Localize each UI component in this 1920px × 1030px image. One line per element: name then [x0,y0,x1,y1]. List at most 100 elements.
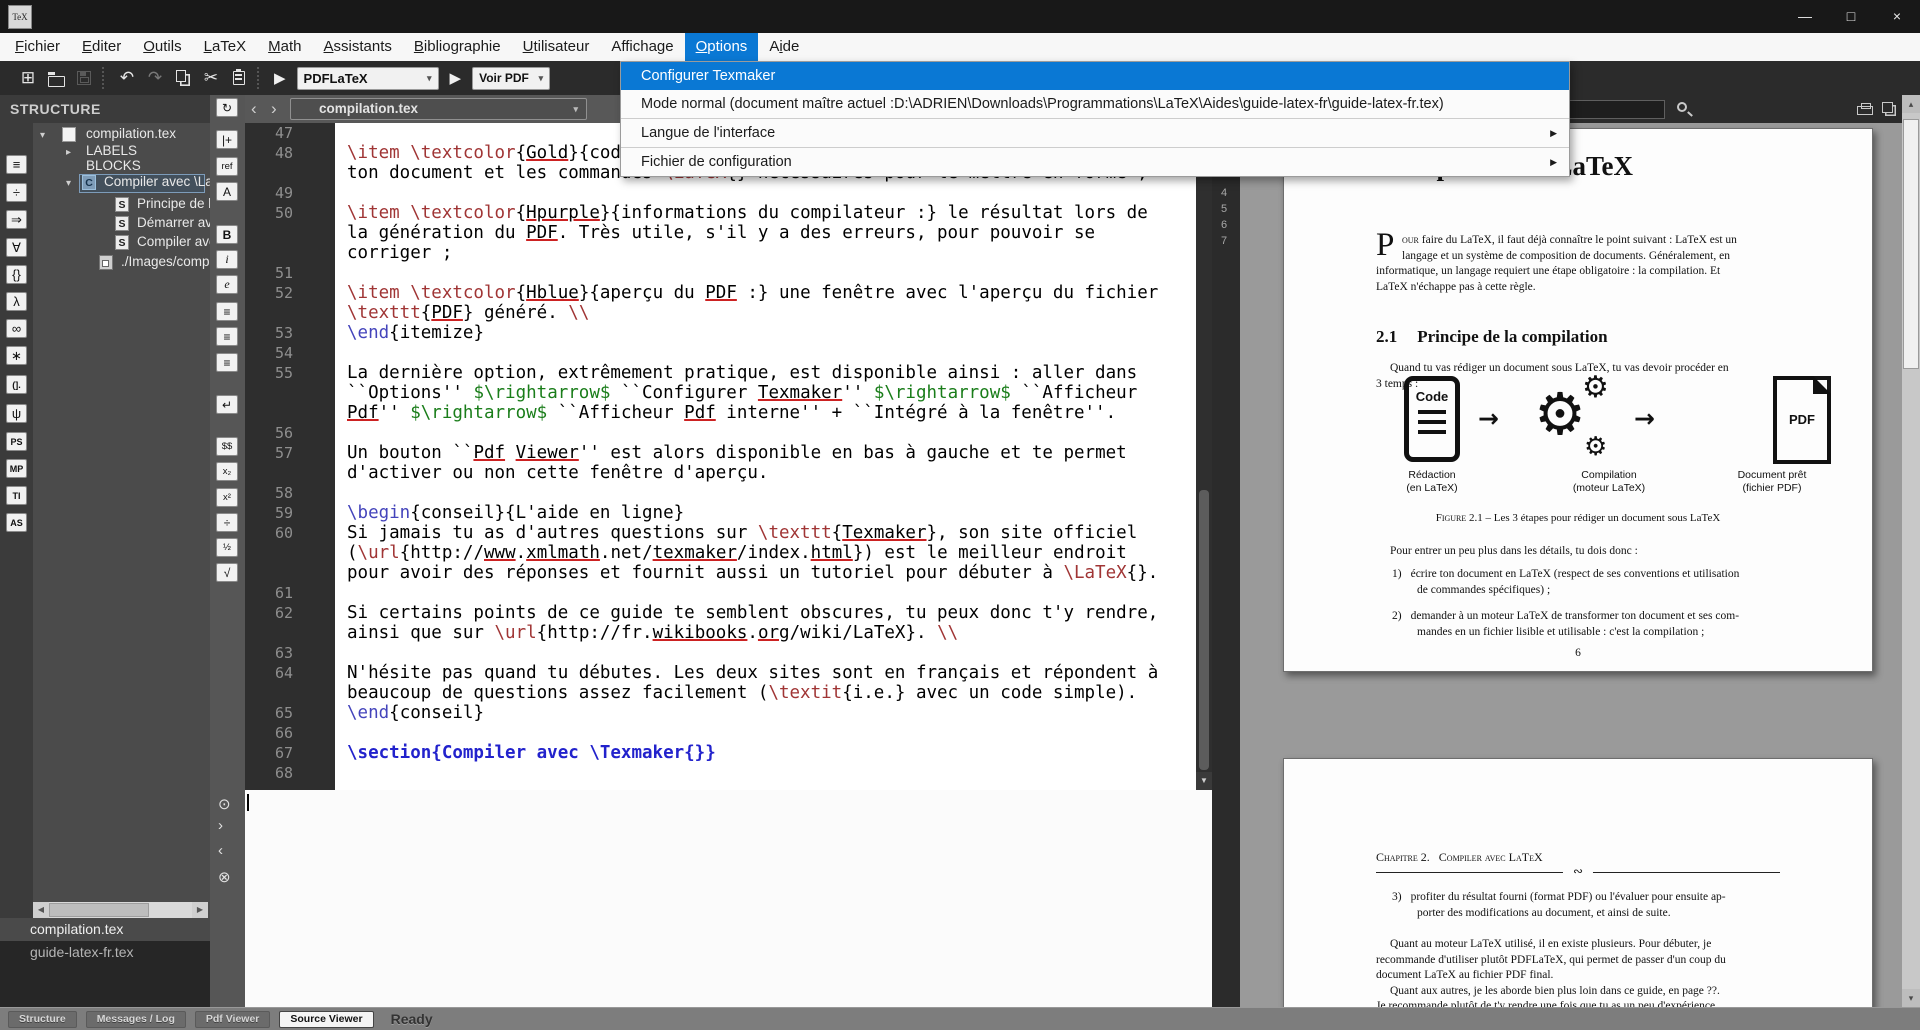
tree-expander-icon[interactable]: ▸ [66,147,71,158]
minimize-button[interactable]: — [1782,0,1828,33]
menu-item[interactable]: Langue de l'interface▶ [621,119,1569,147]
tree-item[interactable]: compilation.tex [86,126,176,141]
person-icon[interactable]: ψ [6,404,27,423]
align-right-icon[interactable]: ≡ [216,353,238,372]
close-button[interactable]: × [1874,0,1920,33]
tree-item[interactable]: Compiler ave [137,234,210,249]
menu-latex[interactable]: LaTeX [193,33,258,61]
editor-vscrollbar[interactable]: ▼ [1196,123,1212,790]
page-list-number[interactable]: 4 [1221,187,1227,199]
tree-expander-icon[interactable]: ▾ [66,178,71,189]
paste-icon[interactable] [229,67,249,89]
page-list-number[interactable]: 7 [1221,235,1227,247]
tree-item[interactable]: LABELS [86,143,137,158]
file-list-item[interactable]: compilation.tex [0,918,210,941]
refresh-structure-icon[interactable]: ↻ [216,98,238,117]
pdf-page-area[interactable]: Compiler avec LaTeX P our faire du LaTeX… [1240,123,1902,1007]
menu-editer[interactable]: Editer [71,33,132,61]
maximize-button[interactable]: □ [1828,0,1874,33]
insert-ref-icon[interactable]: ref [216,157,238,176]
sqrt-icon[interactable]: √ [216,563,238,582]
bold-icon[interactable]: B [216,225,238,244]
menu-aide[interactable]: Aide [758,33,810,61]
scroll-up-icon[interactable]: ▴ [1902,95,1920,113]
cut-icon[interactable]: ✂ [201,67,221,89]
menu-affichage[interactable]: Affichage [600,33,684,61]
infinity-icon[interactable]: ∞ [6,319,27,338]
next-document-icon[interactable]: › [271,95,277,123]
align-center-icon[interactable]: ≡ [216,327,238,346]
tree-item[interactable]: Compiler avec \La [104,174,210,189]
message-console[interactable] [245,790,1212,1007]
tree-expander-icon[interactable]: ▾ [40,130,45,141]
align-left-icon[interactable]: ≡ [216,302,238,321]
menu-math[interactable]: Math [257,33,312,61]
postscript-icon[interactable]: PS [6,432,27,451]
insert-label-icon[interactable]: |+ [216,130,238,149]
search-icon[interactable] [1677,102,1687,112]
tree-item[interactable]: Démarrer av [137,215,210,230]
italic-icon[interactable]: i [216,250,238,269]
tree-item[interactable]: BLOCKS [86,158,141,173]
inline-math-icon[interactable]: $$ [216,437,238,456]
double-arrow-icon[interactable]: ⇒ [6,210,27,229]
menu-item[interactable]: Configurer Texmaker [621,62,1569,90]
font-size-icon[interactable]: A [216,182,238,201]
tikz-icon[interactable]: TI [6,486,27,505]
previous-error-icon[interactable]: ‹ [218,842,223,859]
document-selector[interactable]: compilation.tex ▾ [290,98,587,120]
scroll-left-icon[interactable]: ◀ [33,902,49,918]
next-error-icon[interactable]: › [218,817,223,834]
asterisk-icon[interactable]: ∗ [6,346,27,365]
scroll-down-icon[interactable]: ▼ [1196,772,1212,790]
new-document-icon[interactable]: ⊞ [18,67,38,89]
menu-options[interactable]: Options [685,33,759,61]
menu-utilisateur[interactable]: Utilisateur [512,33,601,61]
tree-item[interactable]: Principe de la [137,196,210,211]
emph-icon[interactable]: e [216,275,238,294]
tree-item[interactable]: ./Images/compilat [121,254,210,269]
menu-item[interactable]: Mode normal (document maître actuel :D:\… [621,90,1569,118]
menu-outils[interactable]: Outils [132,33,192,61]
print-icon[interactable] [1857,106,1873,115]
open-folder-icon[interactable] [46,67,66,89]
braces-icon[interactable]: {} [6,265,27,284]
undo-icon[interactable]: ↶ [117,67,137,89]
structure-list-icon[interactable]: ≡ [6,155,27,174]
menu-assistants[interactable]: Assistants [313,33,403,61]
statusbar-structure[interactable]: Structure [8,1011,77,1028]
page-list-number[interactable]: 6 [1221,219,1227,231]
compile-command-combo[interactable]: PDFLaTeX ▾ [297,67,439,90]
copy-icon[interactable] [173,67,193,89]
editor-code-area[interactable]: \item \textcolor{Gold}{codton document e… [335,123,1196,790]
fraction-icon[interactable]: ÷ [216,513,238,532]
menu-fichier[interactable]: Fichier [4,33,71,61]
run-icon[interactable]: ▶ [274,69,286,87]
scrollbar-thumb[interactable] [1903,119,1919,369]
view-run-icon[interactable]: ▶ [450,69,462,87]
external-viewer-icon[interactable] [1882,102,1893,113]
view-command-combo[interactable]: Voir PDF ▾ [472,67,550,90]
statusbar-pdf-viewer[interactable]: Pdf Viewer [195,1011,271,1028]
statusbar-messages-log[interactable]: Messages / Log [86,1011,186,1028]
page-list-number[interactable]: 5 [1221,203,1227,215]
newline-icon[interactable]: ↵ [216,395,238,414]
structure-hscrollbar[interactable]: ◀ ▶ [33,902,208,918]
scroll-down-icon[interactable]: ▾ [1902,989,1920,1007]
lambda-icon[interactable]: λ [6,292,27,311]
division-icon[interactable]: ÷ [6,183,27,202]
scrollbar-thumb[interactable] [1199,490,1209,770]
close-console-icon[interactable]: ⊗ [218,868,231,886]
asymptote-icon[interactable]: AS [6,513,27,532]
scroll-right-icon[interactable]: ▶ [192,902,208,918]
metapost-icon[interactable]: MP [6,459,27,478]
superscript-icon[interactable]: x² [216,488,238,507]
file-list-item[interactable]: guide-latex-fr.tex [0,941,210,964]
pdf-vscrollbar[interactable]: ▴ ▾ [1902,95,1920,1007]
menu-item[interactable]: Fichier de configuration▶ [621,148,1569,176]
display-fraction-icon[interactable]: ½ [216,538,238,557]
forall-icon[interactable]: ∀ [6,238,27,257]
subscript-icon[interactable]: x₂ [216,462,238,481]
scrollbar-thumb[interactable] [49,903,149,917]
previous-document-icon[interactable]: ‹ [251,95,257,123]
